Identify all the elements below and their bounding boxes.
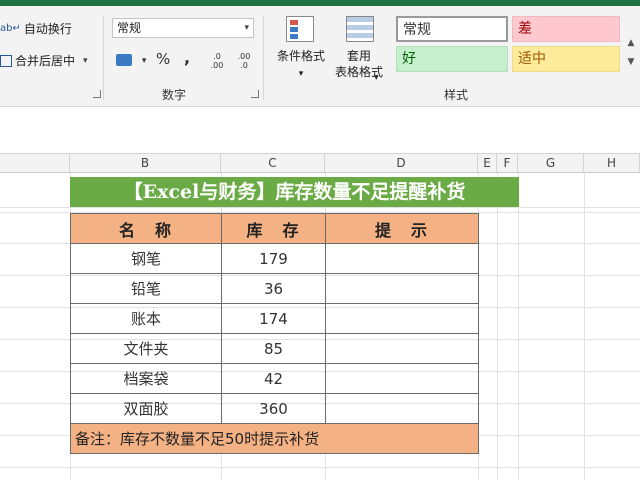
- merge-center-button[interactable]: 合并后居中 ▾: [0, 52, 88, 69]
- table-row: 钢笔 179: [70, 243, 479, 274]
- table-row: 铅笔 36: [70, 273, 479, 304]
- merge-center-label: 合并后居中: [15, 54, 76, 68]
- alignment-dialog-launcher[interactable]: [93, 90, 101, 98]
- increase-decimal-button[interactable]: .0 .00: [207, 52, 227, 70]
- chevron-down-icon[interactable]: ▾: [244, 19, 249, 37]
- chevron-down-icon: ▾: [298, 69, 304, 79]
- increase-decimal-icon: .0 .00: [210, 52, 224, 70]
- header-stock-cell[interactable]: 库 存: [221, 213, 326, 244]
- column-header-f[interactable]: F: [497, 154, 518, 173]
- inventory-table: 名 称 库 存 提 示 钢笔 179 铅笔 36 账本 174 文件夹 85 档…: [70, 213, 479, 454]
- style-normal[interactable]: 常规: [396, 16, 508, 42]
- style-neutral[interactable]: 适中: [512, 46, 620, 72]
- chevron-down-icon: ▾: [141, 56, 147, 66]
- sheet-title-cell[interactable]: 【Excel与财务】库存数量不足提醒补货: [70, 177, 519, 207]
- conditional-format-label: 条件格式: [276, 49, 325, 63]
- grid-line: [0, 207, 640, 208]
- table-row: 双面胶 360: [70, 393, 479, 424]
- column-header-g[interactable]: G: [518, 154, 584, 173]
- chevron-down-icon[interactable]: ▾: [83, 56, 88, 66]
- item-name-cell[interactable]: 双面胶: [70, 393, 222, 424]
- format-as-table-button[interactable]: 套用 表格格式: [330, 14, 388, 86]
- column-header-d[interactable]: D: [325, 154, 478, 173]
- note-row: 备注：库存不数量不足50时提示补货: [70, 423, 479, 454]
- number-group-label: 数字: [162, 88, 187, 102]
- group-separator: [103, 16, 104, 100]
- conditional-format-icon: [286, 16, 314, 42]
- wrap-text-icon: ab↵: [0, 23, 21, 34]
- format-as-table-label-1: 套用: [346, 49, 371, 63]
- comma-icon: ,: [184, 48, 191, 67]
- chevron-up-icon[interactable]: ▲: [623, 34, 639, 53]
- chevron-down-icon[interactable]: ▼: [623, 53, 639, 72]
- column-header-e[interactable]: E: [478, 154, 497, 173]
- merge-center-icon: [0, 54, 12, 67]
- table-header-row: 名 称 库 存 提 示: [70, 213, 479, 244]
- item-hint-cell[interactable]: [325, 333, 479, 364]
- accounting-format-button[interactable]: ▾: [116, 52, 146, 66]
- accounting-icon: [116, 53, 132, 66]
- item-hint-cell[interactable]: [325, 273, 479, 304]
- note-cell[interactable]: 备注：库存不数量不足50时提示补货: [70, 423, 479, 454]
- number-dialog-launcher[interactable]: [251, 90, 259, 98]
- wrap-text-button[interactable]: ab↵ 自动换行: [0, 20, 72, 37]
- table-row: 档案袋 42: [70, 363, 479, 394]
- style-bad[interactable]: 差: [512, 16, 620, 42]
- item-name-cell[interactable]: 账本: [70, 303, 222, 334]
- ribbon: ab↵ 自动换行 合并后居中 ▾ 常规 ▾ ▾ % , .0 .00 .00 .…: [0, 6, 640, 107]
- item-hint-cell[interactable]: [325, 243, 479, 274]
- comma-style-button[interactable]: ,: [184, 48, 190, 67]
- percent-icon: %: [156, 50, 171, 68]
- wrap-text-label: 自动换行: [23, 22, 72, 36]
- format-as-table-icon: [346, 16, 374, 42]
- item-name-cell[interactable]: 钢笔: [70, 243, 222, 274]
- table-row: 账本 174: [70, 303, 479, 334]
- style-good[interactable]: 好: [396, 46, 508, 72]
- item-name-cell[interactable]: 铅笔: [70, 273, 222, 304]
- table-row: 文件夹 85: [70, 333, 479, 364]
- item-stock-cell[interactable]: 360: [221, 393, 326, 424]
- formula-bar-area: [0, 107, 640, 154]
- grid-line: [497, 173, 498, 480]
- item-stock-cell[interactable]: 42: [221, 363, 326, 394]
- item-stock-cell[interactable]: 36: [221, 273, 326, 304]
- grid-line: [0, 467, 640, 468]
- item-hint-cell[interactable]: [325, 393, 479, 424]
- percent-style-button[interactable]: %: [156, 50, 170, 68]
- decrease-decimal-button[interactable]: .00 .0: [234, 52, 254, 70]
- header-hint-cell[interactable]: 提 示: [325, 213, 479, 244]
- item-name-cell[interactable]: 档案袋: [70, 363, 222, 394]
- item-stock-cell[interactable]: 85: [221, 333, 326, 364]
- decrease-decimal-icon: .00 .0: [237, 52, 251, 70]
- header-name-cell[interactable]: 名 称: [70, 213, 222, 244]
- item-hint-cell[interactable]: [325, 303, 479, 334]
- item-name-cell[interactable]: 文件夹: [70, 333, 222, 364]
- group-separator: [263, 16, 264, 100]
- grid-line: [584, 173, 585, 480]
- row-header-corner[interactable]: [0, 154, 70, 173]
- column-header-h[interactable]: H: [584, 154, 640, 173]
- styles-scroll[interactable]: ▲ ▼: [623, 34, 639, 72]
- chevron-down-icon: ▾: [374, 73, 379, 83]
- conditional-format-button[interactable]: 条件格式 ▾: [272, 14, 330, 82]
- item-stock-cell[interactable]: 179: [221, 243, 326, 274]
- grid-line: [518, 173, 519, 480]
- number-format-combo[interactable]: 常规 ▾: [112, 18, 254, 38]
- number-format-value: 常规: [117, 21, 142, 35]
- item-stock-cell[interactable]: 174: [221, 303, 326, 334]
- item-hint-cell[interactable]: [325, 363, 479, 394]
- format-as-table-label-2: 表格格式: [334, 65, 383, 79]
- column-header-b[interactable]: B: [70, 154, 221, 173]
- column-header-c[interactable]: C: [221, 154, 325, 173]
- styles-group-label: 样式: [444, 88, 469, 102]
